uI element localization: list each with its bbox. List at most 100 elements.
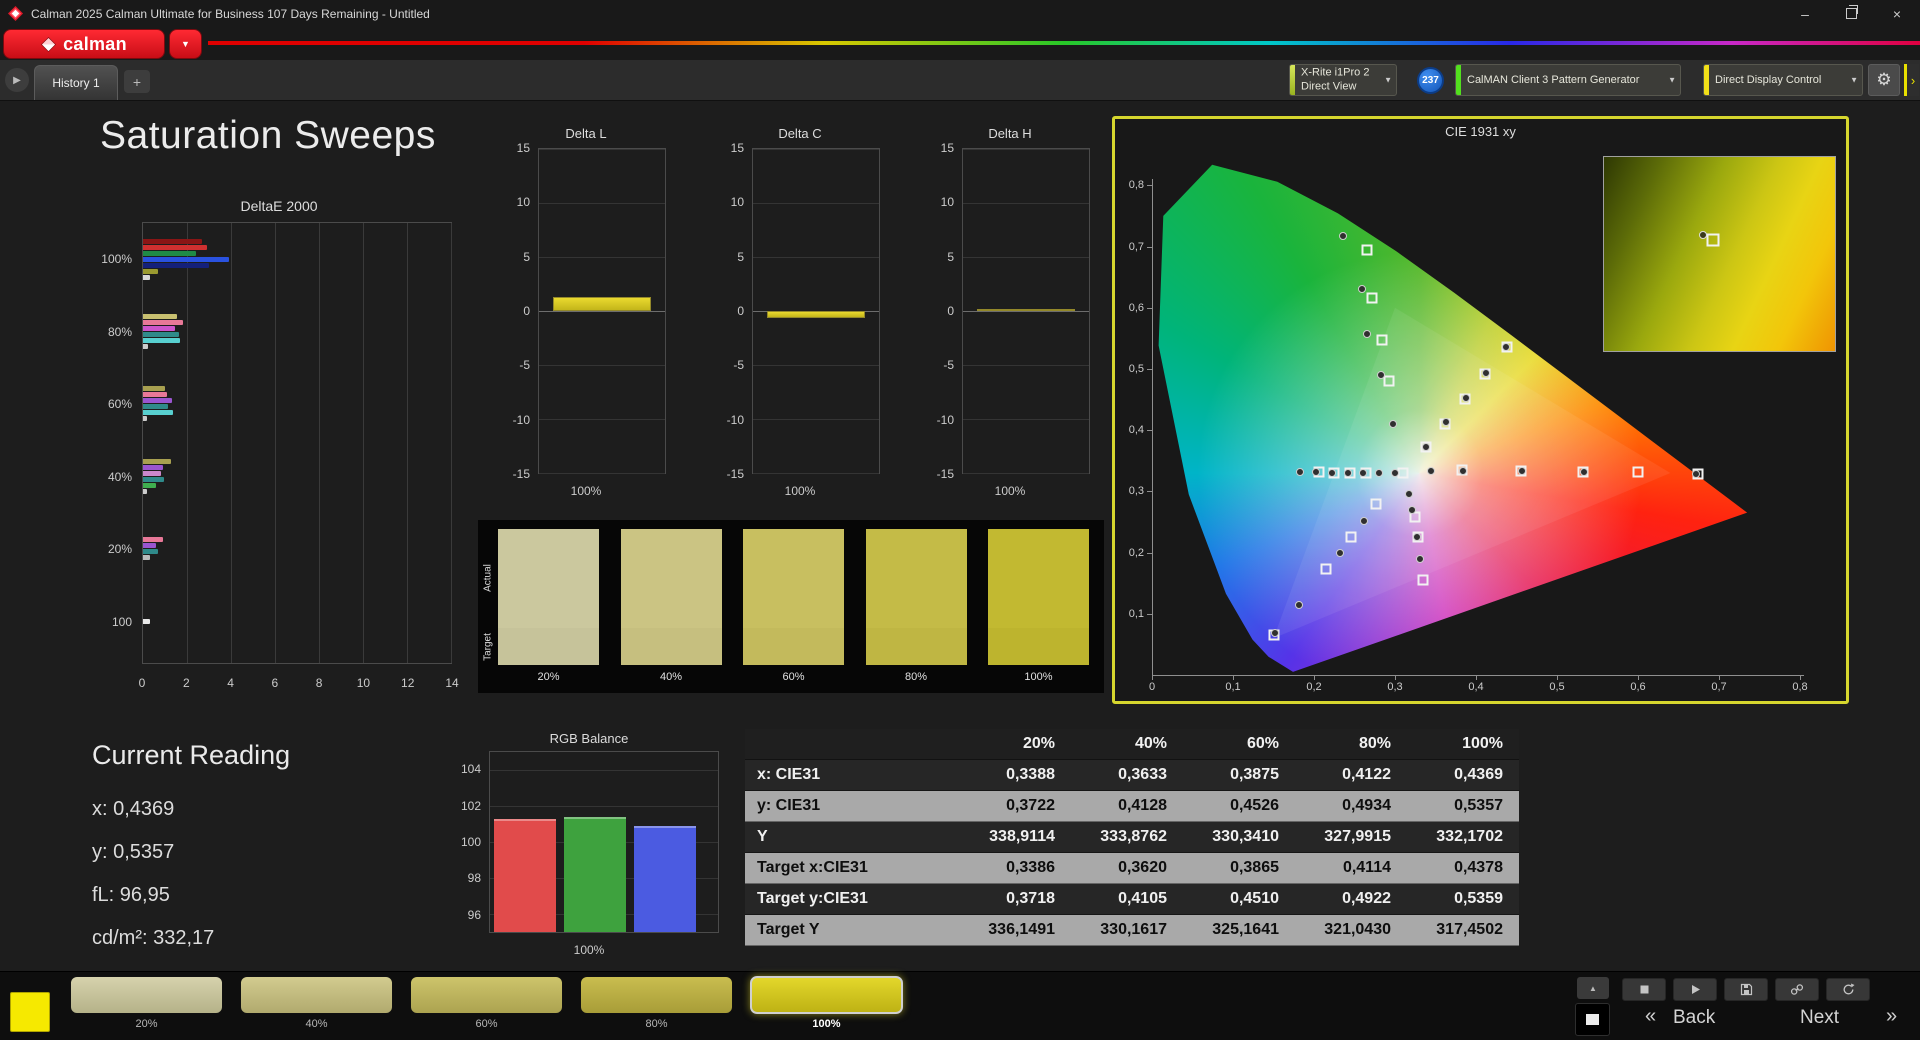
header-cell: 100% [1405,729,1517,759]
workflow-nav-button[interactable]: ▶ [5,68,29,92]
rainbow-divider [208,41,1920,45]
play-button[interactable] [1673,978,1717,1001]
save-button[interactable] [1724,978,1768,1001]
cie-measured-point [1413,533,1421,541]
table-row: y: CIE310,37220,41280,45260,49340,5357 [745,791,1519,822]
table-row: Target y:CIE310,37180,41050,45100,49220,… [745,884,1519,915]
cie-plot-area: 00,10,20,30,40,50,60,70,80,10,20,30,40,5… [1115,119,1846,701]
pattern-window-button[interactable] [1575,1003,1610,1036]
deltae-plot-area [142,222,452,664]
cie-measured-point [1518,467,1526,475]
chevron-down-icon: ▼ [1384,76,1392,85]
value-cell: 333,8762 [1069,822,1181,852]
axis-tick-label: 100% [926,484,1094,498]
row-label: Target y:CIE31 [745,884,957,914]
display-control-dropdown[interactable]: Direct Display Control ▼ [1703,64,1863,96]
gridline [539,311,665,312]
measurement-count-badge[interactable]: 237 [1417,67,1444,94]
cie-measured-point [1692,470,1700,478]
source-dropdown[interactable]: CalMAN Client 3 Pattern Generator ▼ [1455,64,1681,96]
chart-title: RGB Balance [455,731,723,746]
settings-gear-icon[interactable]: ⚙ [1868,64,1900,96]
calman-menu-button[interactable]: calman [3,29,165,59]
next-button[interactable]: Next [1800,1007,1839,1029]
pattern-swatch-color [580,976,733,1014]
window-controls: – × [1782,0,1920,27]
pattern-level-label: 80% [580,1018,733,1030]
deltae-bar [143,416,147,421]
add-tab-button[interactable]: + [124,70,150,93]
refresh-button[interactable] [1826,978,1870,1001]
axis-tick-label: 60% [108,397,132,411]
gridline [363,223,364,663]
pattern-level-button[interactable]: 80% [580,976,733,1036]
link-icon [1790,983,1804,996]
inset-measured-point [1699,231,1707,239]
gridline [753,203,879,204]
display-status-accent [1704,65,1709,95]
gridline [963,311,1089,312]
pattern-swatch-color [410,976,563,1014]
rgb-bar-red [494,819,556,932]
axis-tick-label: -5 [519,358,530,372]
stop-button[interactable] [1622,978,1666,1001]
source-status-accent [1456,65,1461,95]
table-row: Y338,9114333,8762330,3410327,9915332,170… [745,822,1519,853]
back-chevron-icon[interactable]: « [1645,1005,1656,1028]
gridline [187,223,188,663]
window-title: Calman 2025 Calman Ultimate for Business… [31,7,430,21]
axis-tick-label: -10 [937,413,954,427]
cie-measured-point [1359,469,1367,477]
axis-tick-label: -15 [937,467,954,481]
axis-tick-label: 2 [183,676,190,690]
swatch-column: 40% [621,529,722,683]
bar-group [143,386,451,422]
cie-measured-point [1502,343,1510,351]
meter-dropdown[interactable]: X-Rite i1Pro 2 Direct View ▼ [1289,64,1397,96]
minimize-icon[interactable]: – [1782,0,1828,27]
back-button[interactable]: Back [1673,1007,1715,1029]
target-swatch [498,628,599,665]
link-button[interactable] [1775,978,1819,1001]
pattern-level-button[interactable]: 40% [240,976,393,1036]
side-panel-chevron[interactable]: › [1904,64,1919,96]
deltae-x-axis: 02468101214 [142,672,452,694]
source-label: CalMAN Client 3 Pattern Generator [1467,73,1662,87]
target-row-label: Target [483,633,494,661]
plot-area [538,148,666,474]
pattern-swatch-color [240,976,393,1014]
value-cell: 0,3388 [957,760,1069,790]
measurement-table: 20%40%60%80%100%x: CIE310,33880,36330,38… [745,729,1519,946]
next-chevron-icon[interactable]: » [1886,1005,1897,1028]
collapse-panel-button[interactable]: ▲ [1577,977,1609,999]
cie-measured-point [1580,468,1588,476]
tab-history-1[interactable]: History 1 [34,65,118,100]
close-icon[interactable]: × [1874,0,1920,27]
calman-menu-dropdown[interactable]: ▼ [169,29,202,59]
pattern-level-button[interactable]: 20% [70,976,223,1036]
axis-tick-label: 100% [502,484,670,498]
delta-bar [553,297,651,311]
restore-icon[interactable] [1828,0,1874,27]
row-label: Target Y [745,915,957,945]
axis-tick-label: 10 [357,676,370,690]
axis-tick-label: 0,2 [1306,681,1321,693]
cie-x-axis [1152,675,1804,676]
pattern-swatch-color [70,976,223,1014]
table-row: Target x:CIE310,33860,36200,38650,41140,… [745,853,1519,884]
cie-measured-point [1296,468,1304,476]
rgb-bar-green [564,817,626,932]
axis-tick-label: 12 [401,676,414,690]
pattern-level-button[interactable]: 100% [750,976,903,1036]
deltae-bar [143,619,150,624]
axis-tick-label: 40% [108,470,132,484]
axis-tick [1147,430,1152,431]
gridline [319,223,320,663]
deltae-bar [143,320,183,325]
gridline [963,203,1089,204]
value-cell: 0,4128 [1069,791,1181,821]
pattern-level-label: 60% [410,1018,563,1030]
cie-measured-point [1295,601,1303,609]
pattern-level-button[interactable]: 60% [410,976,563,1036]
value-cell: 0,3722 [957,791,1069,821]
